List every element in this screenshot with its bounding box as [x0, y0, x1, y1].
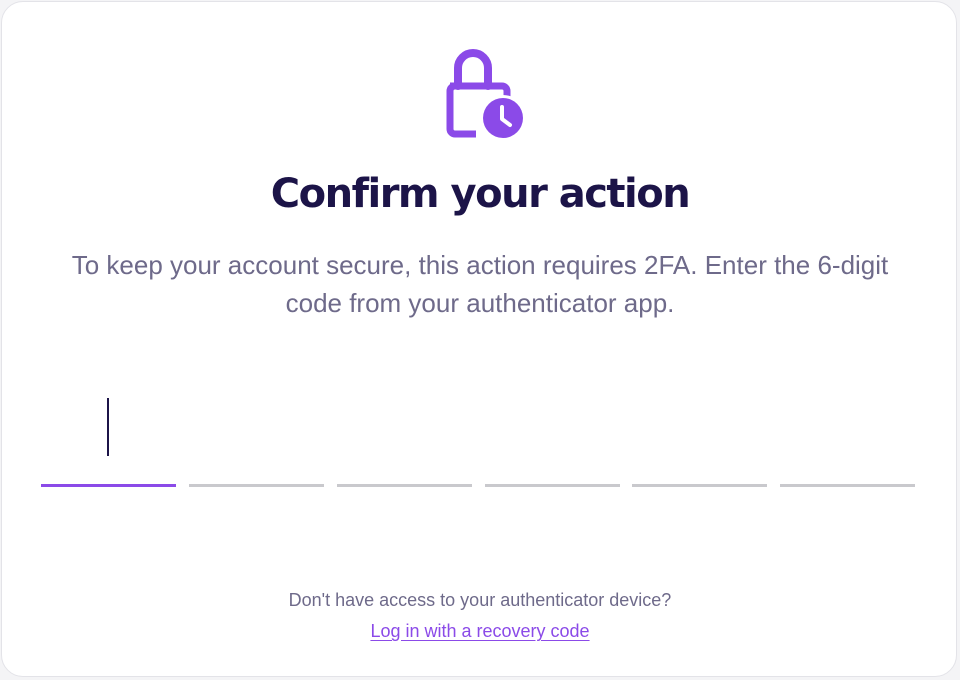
- recovery-code-link[interactable]: Log in with a recovery code: [370, 621, 589, 641]
- otp-digit-3[interactable]: [337, 384, 472, 487]
- otp-digit-1[interactable]: [41, 384, 176, 487]
- otp-digit-6[interactable]: [780, 384, 915, 487]
- recovery-link-row: Log in with a recovery code: [2, 619, 958, 643]
- otp-digit-4[interactable]: [485, 384, 620, 487]
- help-text: Don't have access to your authenticator …: [288, 590, 672, 610]
- otp-digit-5[interactable]: [632, 384, 767, 487]
- dialog-description: To keep your account secure, this action…: [71, 250, 889, 318]
- two-factor-dialog: Confirm your action To keep your account…: [1, 1, 957, 677]
- text-caret: [107, 398, 109, 456]
- lock-clock-icon: [440, 46, 530, 142]
- otp-code-input: [41, 384, 915, 487]
- otp-digit-2[interactable]: [189, 384, 324, 487]
- dialog-title: Confirm your action: [270, 171, 691, 217]
